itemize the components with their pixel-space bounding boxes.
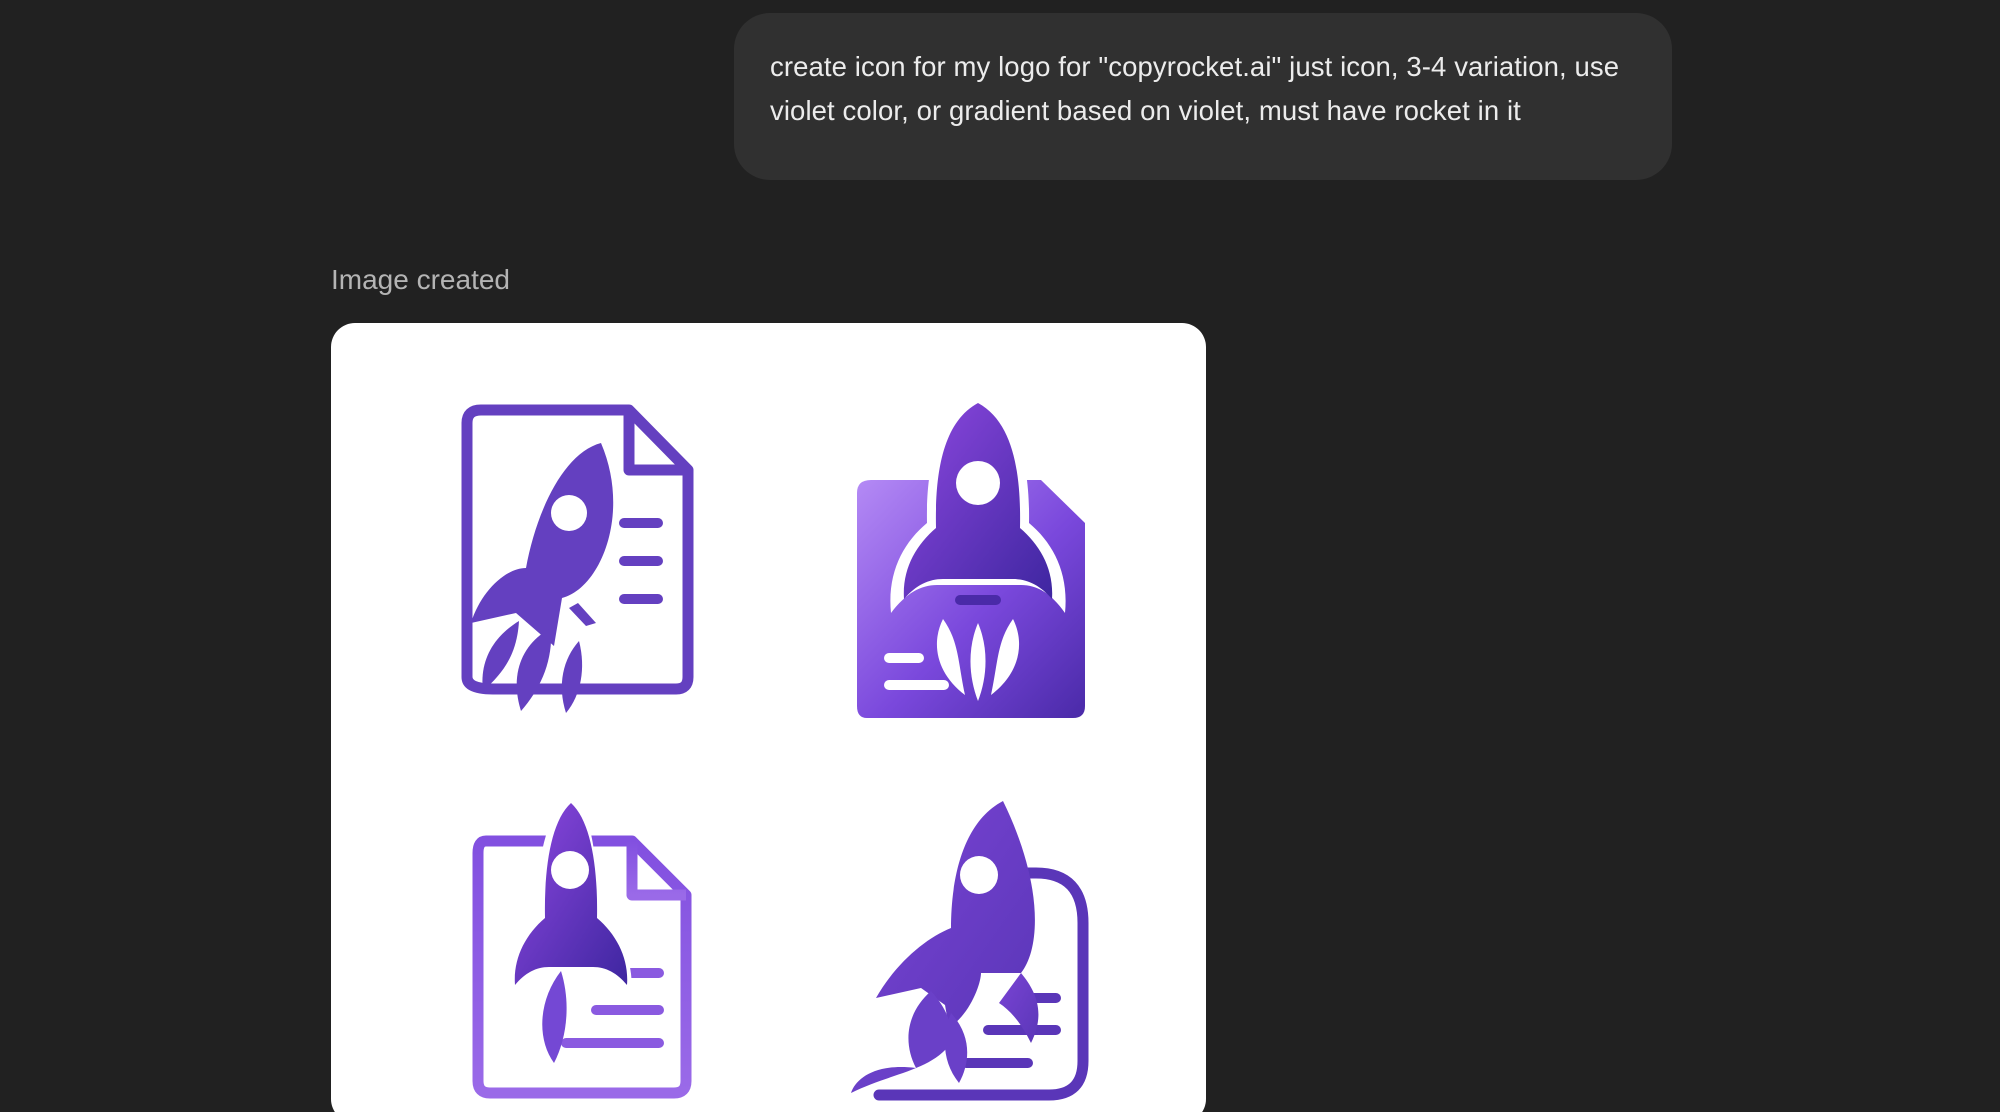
icon-variation-4 [851, 801, 1089, 1101]
generated-image-canvas [461, 391, 1089, 1101]
icon-variation-2 [857, 391, 1085, 718]
user-message-text: create icon for my logo for "copyrocket.… [770, 51, 1620, 126]
user-message-bubble: create icon for my logo for "copyrocket.… [734, 13, 1672, 180]
generated-image[interactable] [331, 323, 1206, 1112]
chat-page: create icon for my logo for "copyrocket.… [0, 0, 2000, 1112]
icon-variation-3 [472, 793, 692, 1099]
icon-variation-1 [461, 404, 694, 713]
image-created-label: Image created [331, 264, 510, 295]
